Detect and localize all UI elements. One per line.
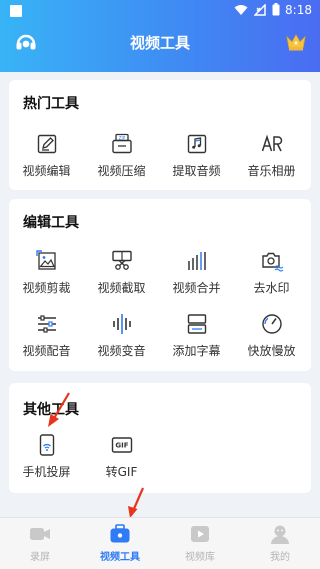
tool-label: 添加字幕 xyxy=(172,344,221,358)
edit-tools-card: 编辑工具 视频剪裁 视频截取 视频合并 去水印 视频配音 视频变音 添加字幕 快… xyxy=(9,199,311,371)
tool-music-album[interactable]: 音乐相册 xyxy=(234,132,309,179)
tool-speed[interactable]: 快放慢放 xyxy=(234,312,309,359)
tool-voice-change[interactable]: 视频变音 xyxy=(84,312,159,359)
status-icons xyxy=(234,3,280,16)
tool-label: 视频配音 xyxy=(22,344,71,358)
screen-cast-icon xyxy=(39,434,54,456)
tab-label: 视频工具 xyxy=(100,552,140,563)
tool-label: 提取音频 xyxy=(172,164,221,178)
tab-profile[interactable]: 我的 xyxy=(240,524,320,563)
tool-label: 去水印 xyxy=(253,281,290,295)
tool-label: 视频截取 xyxy=(97,281,146,295)
hot-tools-card: 热门工具 视频编辑 ZIP 视频压缩 提取音频 音乐相册 xyxy=(9,80,311,190)
tool-screen-cast[interactable]: 手机投屏 xyxy=(9,433,84,480)
tool-label: 视频剪裁 xyxy=(22,281,71,295)
tool-label: 音乐相册 xyxy=(247,164,296,178)
status-time: 8:18 xyxy=(285,3,312,17)
video-library-icon xyxy=(191,526,209,542)
app-bar: 视频工具 xyxy=(0,22,320,62)
tool-video-dubbing[interactable]: 视频配音 xyxy=(9,312,84,359)
video-edit-icon xyxy=(37,134,56,154)
tab-label: 我的 xyxy=(270,552,290,563)
tool-label: 视频压缩 xyxy=(97,164,146,178)
annotation-arrow-icon xyxy=(48,392,70,427)
tab-label: 视频库 xyxy=(185,552,215,563)
tab-label: 录屏 xyxy=(30,552,50,563)
tool-add-subtitle[interactable]: 添加字幕 xyxy=(159,312,234,359)
zip-compress-icon: ZIP xyxy=(111,133,132,154)
tool-remove-watermark[interactable]: 去水印 xyxy=(234,249,309,296)
scissors-icon xyxy=(111,250,132,270)
speed-icon xyxy=(261,314,282,334)
remove-watermark-icon xyxy=(261,252,283,272)
annotation-arrow-icon xyxy=(128,487,145,518)
profile-icon xyxy=(271,525,289,544)
tool-label: 视频编辑 xyxy=(22,164,71,178)
toolbox-icon xyxy=(110,524,130,543)
dubbing-icon xyxy=(37,315,56,333)
tool-video-merge[interactable]: 视频合并 xyxy=(159,249,234,296)
edit-tools-title: 编辑工具 xyxy=(23,215,79,231)
merge-icon xyxy=(187,252,206,270)
status-bar: 8:18 xyxy=(0,0,320,22)
music-note-icon xyxy=(187,134,206,154)
tool-extract-audio[interactable]: 提取音频 xyxy=(159,132,234,179)
tab-video-library[interactable]: 视频库 xyxy=(160,524,240,563)
tool-video-compress[interactable]: ZIP 视频压缩 xyxy=(84,132,159,179)
page-title: 视频工具 xyxy=(129,34,190,52)
music-album-icon xyxy=(261,134,282,152)
crop-icon xyxy=(35,250,56,270)
battery-icon xyxy=(272,3,280,16)
svg-text:ZIP: ZIP xyxy=(118,135,125,140)
tab-video-tools[interactable]: 视频工具 xyxy=(80,524,160,563)
tool-label: 手机投屏 xyxy=(22,465,71,479)
wifi-icon xyxy=(234,4,248,15)
tool-video-trim[interactable]: 视频截取 xyxy=(84,249,159,296)
subtitle-icon xyxy=(187,314,206,334)
svg-text:GIF: GIF xyxy=(115,442,128,450)
tool-video-crop[interactable]: 视频剪裁 xyxy=(9,249,84,296)
hot-tools-title: 热门工具 xyxy=(23,96,79,112)
bottom-tab-bar: 录屏 视频工具 视频库 我的 xyxy=(0,517,320,569)
tool-label: 快放慢放 xyxy=(247,344,296,358)
tool-label: 视频合并 xyxy=(172,281,221,295)
crown-vip-icon[interactable] xyxy=(284,30,308,54)
tool-label: 转GIF xyxy=(105,465,138,479)
tab-screen-record[interactable]: 录屏 xyxy=(0,524,80,563)
gif-icon: GIF xyxy=(111,437,132,453)
tool-video-edit[interactable]: 视频编辑 xyxy=(9,132,84,179)
notification-icon xyxy=(10,5,22,17)
camera-icon xyxy=(30,528,50,540)
no-signal-icon xyxy=(254,3,266,16)
tool-label: 视频变音 xyxy=(97,344,146,358)
tool-to-gif[interactable]: GIF 转GIF xyxy=(84,433,159,480)
voice-change-icon xyxy=(112,314,131,334)
